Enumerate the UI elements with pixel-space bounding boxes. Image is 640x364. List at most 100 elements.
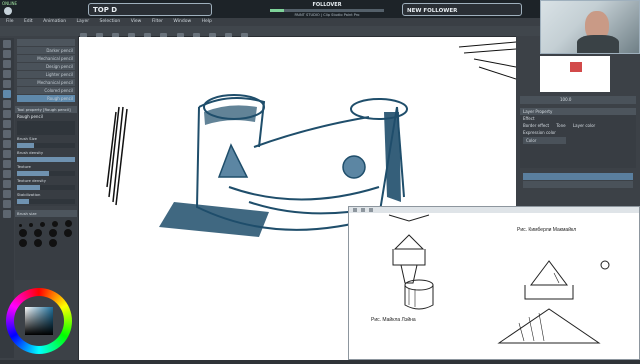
brush-tool-icon[interactable]	[3, 100, 11, 108]
layer-property-panel: Layer Property Effect Border effect Tone…	[520, 108, 636, 168]
left-panel: Darker pencil Mechanical pencil Design p…	[0, 36, 79, 360]
brush-size-dot[interactable]	[49, 239, 58, 247]
command-bar	[0, 26, 540, 39]
ruler-tool-icon[interactable]	[3, 200, 11, 208]
online-label: ONLINE	[2, 1, 18, 6]
brush-size-dot[interactable]	[64, 229, 73, 237]
tool-property-title: Tool property [Rough pencil]	[15, 106, 77, 113]
effect-options: Border effect Tone Layer color	[520, 122, 636, 129]
brush-size-dot[interactable]	[65, 220, 73, 227]
texture-density-label: Texture density	[17, 178, 47, 183]
new-follower-box: NEW FOLLOWER daniel_anebow	[402, 3, 522, 28]
twitch-logo-icon	[4, 7, 12, 15]
airbrush-tool-icon[interactable]	[3, 110, 11, 118]
brush-size-dot[interactable]	[19, 229, 27, 237]
brush-preview	[17, 121, 75, 135]
layer-row[interactable]	[523, 173, 633, 180]
menu-selection[interactable]: Selection	[100, 19, 121, 24]
top-donation-box: TOP D	[88, 3, 212, 16]
new-follower-label: NEW FOLLOWER	[407, 8, 458, 14]
fill-tool-icon[interactable]	[3, 140, 11, 148]
layer-color-button[interactable]: Layer color	[573, 123, 595, 128]
menu-animation[interactable]: Animation	[43, 19, 66, 24]
move-tool-icon[interactable]	[3, 50, 11, 58]
brush-density-label: Brush density	[17, 150, 44, 155]
menu-bar: File Edit Animation Layer Selection View…	[0, 18, 540, 26]
texture-label: Texture	[17, 164, 31, 169]
reference-sketches	[388, 214, 610, 344]
brush-item[interactable]: Mechanical pencil	[17, 55, 75, 62]
brush-item-selected[interactable]: Rough pencil	[17, 95, 75, 102]
brush-size-dot[interactable]	[29, 223, 34, 227]
texture-slider[interactable]	[17, 171, 75, 176]
fit-icon[interactable]	[361, 208, 365, 212]
text-tool-icon[interactable]	[3, 180, 11, 188]
eraser-tool-icon[interactable]	[3, 120, 11, 128]
sub-tool-tabs	[17, 39, 75, 46]
tool-property-panel: Tool property [Rough pencil] Rough penci…	[15, 106, 77, 206]
blend-tool-icon[interactable]	[3, 130, 11, 138]
zoom-icon[interactable]	[353, 208, 357, 212]
follower-label: FOLLOVER	[312, 2, 342, 8]
figure-tool-icon[interactable]	[3, 160, 11, 168]
brush-item[interactable]: Colored pencil	[17, 87, 75, 94]
menu-edit[interactable]: Edit	[24, 19, 33, 24]
menu-file[interactable]: File	[6, 19, 14, 24]
stabilization-slider[interactable]	[17, 199, 75, 204]
menu-help[interactable]: Help	[202, 19, 212, 24]
menu-window[interactable]: Window	[173, 19, 191, 24]
brush-item[interactable]: Darker pencil	[17, 47, 75, 54]
pencil-tool-icon[interactable]	[3, 90, 11, 98]
brush-density-slider[interactable]	[17, 157, 75, 162]
color-saturation-square[interactable]	[25, 307, 53, 335]
brush-size-dot[interactable]	[49, 229, 58, 237]
tone-button[interactable]: Tone	[556, 123, 565, 128]
brush-size-dot[interactable]	[34, 239, 43, 247]
brush-size-slider[interactable]	[17, 143, 75, 148]
brush-item[interactable]: Mechanical pencil	[17, 79, 75, 86]
border-effect-button[interactable]: Border effect	[523, 123, 549, 128]
brush-size-dot[interactable]	[19, 224, 22, 227]
brush-size-dot[interactable]	[34, 229, 43, 237]
brush-item[interactable]: Lighter pencil	[17, 71, 75, 78]
layer-property-title: Layer Property	[520, 108, 636, 115]
follower-widget: FOLLOVER PAINT STUDIO | Clip Studio Pain…	[262, 2, 392, 17]
follower-goal-bar	[270, 9, 384, 12]
layer-row[interactable]	[523, 181, 633, 188]
brush-name: Rough pencil	[17, 114, 43, 119]
color-wheel[interactable]	[6, 288, 72, 354]
brush-size-dot[interactable]	[52, 221, 59, 227]
sphere-sketch	[342, 155, 366, 179]
sub-tool-panel: Darker pencil Mechanical pencil Design p…	[15, 38, 77, 102]
navigator-viewport	[570, 62, 582, 72]
stabilization-label: Stabilization	[17, 192, 41, 197]
caption-maykl: Рис. Майкла Лэйна	[371, 317, 416, 323]
navigator-zoom[interactable]: 100.0	[520, 96, 636, 104]
expression-color-label: Expression color	[523, 130, 556, 135]
menu-view[interactable]: View	[131, 19, 142, 24]
balloon-tool-icon[interactable]	[3, 190, 11, 198]
brush-size-dot[interactable]	[40, 222, 46, 227]
webcam-overlay	[540, 0, 640, 54]
eyedropper-tool-icon[interactable]	[3, 80, 11, 88]
expression-color-select[interactable]: Color	[523, 137, 566, 144]
gradient-tool-icon[interactable]	[3, 150, 11, 158]
brush-size-dot[interactable]	[19, 239, 27, 247]
caption-kimberly: Рис. Кимберли Макмайкл	[517, 227, 577, 233]
brush-size-label: Brush Size	[17, 136, 37, 141]
streamer-shirt	[577, 35, 619, 53]
menu-filter[interactable]: Filter	[152, 19, 163, 24]
lasso-tool-icon[interactable]	[3, 70, 11, 78]
reference-image-window[interactable]: Рис. Кимберли Макмайкл Рис. Майкла Лэйна	[348, 206, 640, 360]
cast-shadow	[159, 202, 269, 237]
rotate-icon[interactable]	[369, 208, 373, 212]
texture-density-slider[interactable]	[17, 185, 75, 190]
correct-line-tool-icon[interactable]	[3, 210, 11, 218]
brush-item[interactable]: Design pencil	[17, 63, 75, 70]
brush-size-panel: Brush size	[15, 210, 77, 280]
menu-layer[interactable]: Layer	[77, 19, 90, 24]
frame-tool-icon[interactable]	[3, 170, 11, 178]
navigator-preview[interactable]	[540, 56, 610, 92]
selection-tool-icon[interactable]	[3, 60, 11, 68]
zoom-tool-icon[interactable]	[3, 40, 11, 48]
